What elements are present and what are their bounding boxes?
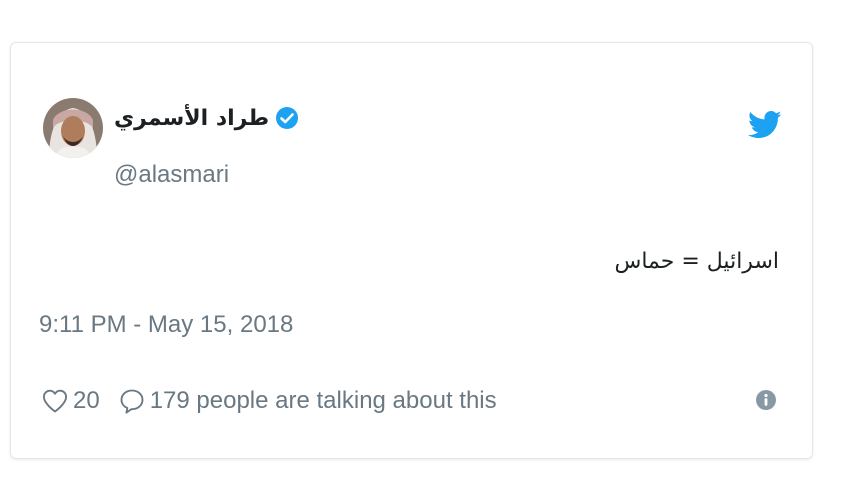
info-icon[interactable] <box>755 389 777 411</box>
tweet-actions: 20 179 people are talking about this <box>41 383 497 419</box>
verified-badge-icon <box>276 107 299 129</box>
conversation-link[interactable]: 179 people are talking about this <box>118 387 497 415</box>
tweet-text: اسرائيل = حماس <box>614 249 779 274</box>
talking-about-text: 179 people are talking about this <box>149 387 497 414</box>
avatar[interactable] <box>43 98 103 158</box>
like-button[interactable]: 20 <box>41 387 100 415</box>
like-count: 20 <box>73 387 100 414</box>
tweet-timestamp[interactable]: 9:11 PM - May 15, 2018 <box>39 311 293 339</box>
speech-bubble-icon <box>120 389 144 414</box>
author-name-row[interactable]: طراد الأسمري <box>114 103 299 133</box>
author-display-name[interactable]: طراد الأسمري <box>114 106 269 131</box>
heart-icon <box>42 389 68 413</box>
twitter-bird-icon[interactable] <box>748 110 782 140</box>
avatar-image <box>43 98 103 158</box>
author-handle[interactable]: @alasmari <box>114 161 229 189</box>
tweet-card[interactable]: طراد الأسمري @alasmari اسرائيل = حماس 9:… <box>10 42 813 459</box>
